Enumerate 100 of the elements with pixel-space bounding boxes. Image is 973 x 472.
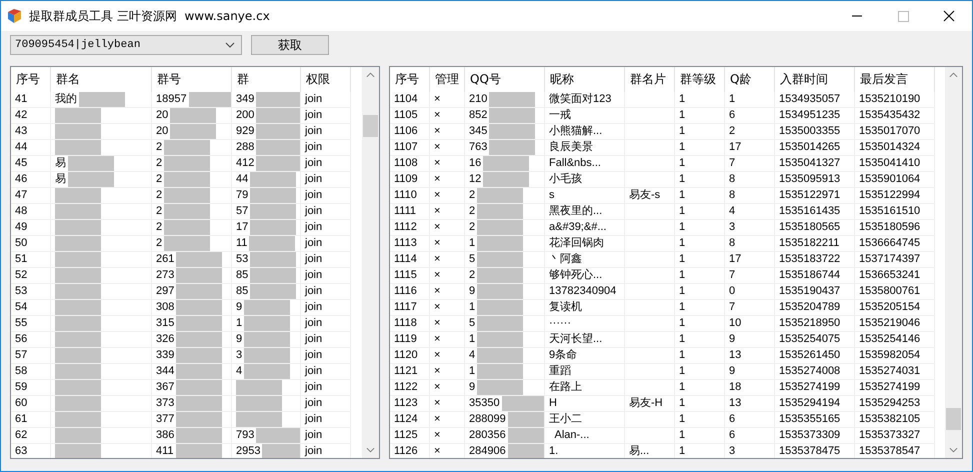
table-cell: × xyxy=(430,300,465,316)
table-cell: 1534951235 xyxy=(775,108,855,124)
table-cell: 261 xyxy=(152,252,232,268)
table-cell: × xyxy=(430,156,465,172)
table-cell: 1 xyxy=(675,396,725,412)
table-cell: 55 xyxy=(11,316,51,332)
table-cell: 1 xyxy=(465,364,545,380)
table-cell: 57 xyxy=(232,204,301,220)
table-cell: 43 xyxy=(11,124,51,140)
table-cell: 12 xyxy=(465,172,545,188)
scroll-up-icon[interactable] xyxy=(366,72,375,78)
table-cell: 367 xyxy=(152,380,232,396)
column-header[interactable]: 群等级 xyxy=(675,67,725,92)
table-cell: 1535294253 xyxy=(855,396,935,412)
table-cell: 1535294194 xyxy=(775,396,855,412)
table-cell: 6 xyxy=(725,108,775,124)
table-cell: 1535274008 xyxy=(775,364,855,380)
table-cell: 6 xyxy=(725,428,775,444)
table-cell: 1537174397 xyxy=(855,252,935,268)
column-header[interactable]: 序号 xyxy=(11,67,51,92)
table-cell: 52 xyxy=(11,268,51,284)
table-cell: 1535274031 xyxy=(855,364,935,380)
column-header[interactable]: 群名片 xyxy=(625,67,675,92)
table-cell xyxy=(232,412,301,428)
table-cell: 48 xyxy=(11,204,51,220)
table-cell: 284906 xyxy=(465,444,545,458)
table-cell: 793 xyxy=(232,428,301,444)
column-header[interactable]: 管理 xyxy=(430,67,465,92)
table-cell: 花泽回锅肉 xyxy=(545,236,625,252)
table-cell: 8 xyxy=(725,188,775,204)
column-header[interactable]: 权限 xyxy=(301,67,351,92)
table-cell: 929 xyxy=(232,124,301,140)
table-cell: join xyxy=(301,444,351,458)
column-header[interactable]: 入群时间 xyxy=(775,67,855,92)
table-cell: 1535982054 xyxy=(855,348,935,364)
table-cell: 18 xyxy=(725,380,775,396)
table-cell: × xyxy=(430,220,465,236)
table-cell: 良辰美景 xyxy=(545,140,625,156)
scroll-down-icon[interactable] xyxy=(366,447,375,453)
scrollbar[interactable] xyxy=(362,67,379,458)
table-cell: 0 xyxy=(725,284,775,300)
table-cell: 345 xyxy=(465,124,545,140)
table-cell: 13 xyxy=(725,396,775,412)
table-cell: × xyxy=(430,380,465,396)
scrollbar-thumb[interactable] xyxy=(363,115,378,137)
scroll-down-icon[interactable] xyxy=(949,447,958,453)
table-cell: join xyxy=(301,188,351,204)
scrollbar-thumb[interactable] xyxy=(946,408,961,430)
account-select[interactable]: 709095454|jellybean xyxy=(10,35,242,55)
table-cell: 微笑面对123 xyxy=(545,92,625,108)
table-cell: × xyxy=(430,124,465,140)
table-cell: 1535219046 xyxy=(855,316,935,332)
table-cell: × xyxy=(430,348,465,364)
table-cell: 2 xyxy=(465,220,545,236)
table-cell: × xyxy=(430,412,465,428)
table-cell: × xyxy=(430,428,465,444)
table-cell: 小毛孩 xyxy=(545,172,625,188)
table-cell: 1122 xyxy=(390,380,430,396)
table-cell: join xyxy=(301,332,351,348)
table-cell: 20 xyxy=(152,108,232,124)
table-cell: 1 xyxy=(675,156,725,172)
table-cell: 45 xyxy=(11,156,51,172)
table-cell: join xyxy=(301,108,351,124)
table-cell: 10 xyxy=(725,316,775,332)
scroll-up-icon[interactable] xyxy=(949,72,958,78)
table-cell: 1535210190 xyxy=(855,92,935,108)
fetch-button[interactable]: 获取 xyxy=(251,35,329,55)
table-cell: 1 xyxy=(675,284,725,300)
table-cell: 易友-s xyxy=(625,188,675,204)
table-cell: 1119 xyxy=(390,332,430,348)
table-cell: 黑夜里的... xyxy=(545,204,625,220)
scrollbar[interactable] xyxy=(945,67,962,458)
column-header[interactable]: 昵称 xyxy=(545,67,625,92)
table-cell: 重蹈 xyxy=(545,364,625,380)
table-cell: 1 xyxy=(232,316,301,332)
table-cell: 3 xyxy=(725,444,775,458)
table-cell: 1535373309 xyxy=(775,428,855,444)
table-cell: s xyxy=(545,188,625,204)
table-cell: 1120 xyxy=(390,348,430,364)
table-cell: 1113 xyxy=(390,236,430,252)
table-cell: 56 xyxy=(11,332,51,348)
table-cell: join xyxy=(301,140,351,156)
table-cell: 210 xyxy=(465,92,545,108)
column-header[interactable]: 最后发言 xyxy=(855,67,935,92)
table-cell: 1 xyxy=(675,124,725,140)
caret-icon xyxy=(225,42,235,48)
table-cell: 7 xyxy=(725,268,775,284)
table-cell: 17 xyxy=(232,220,301,236)
table-cell: 1125 xyxy=(390,428,430,444)
table-cell: 丶阿鑫 xyxy=(545,252,625,268)
table-cell: 1 xyxy=(675,268,725,284)
column-header[interactable]: 序号 xyxy=(390,67,430,92)
table-cell: 1 xyxy=(675,204,725,220)
table-cell: × xyxy=(430,108,465,124)
table-cell: join xyxy=(301,380,351,396)
table-cell: 386 xyxy=(152,428,232,444)
table-cell: 58 xyxy=(11,364,51,380)
table-cell: 373 xyxy=(152,396,232,412)
column-header[interactable]: Q龄 xyxy=(725,67,775,92)
window-title: 提取群成员工具 三叶资源网 www.sanye.cx xyxy=(29,8,270,24)
